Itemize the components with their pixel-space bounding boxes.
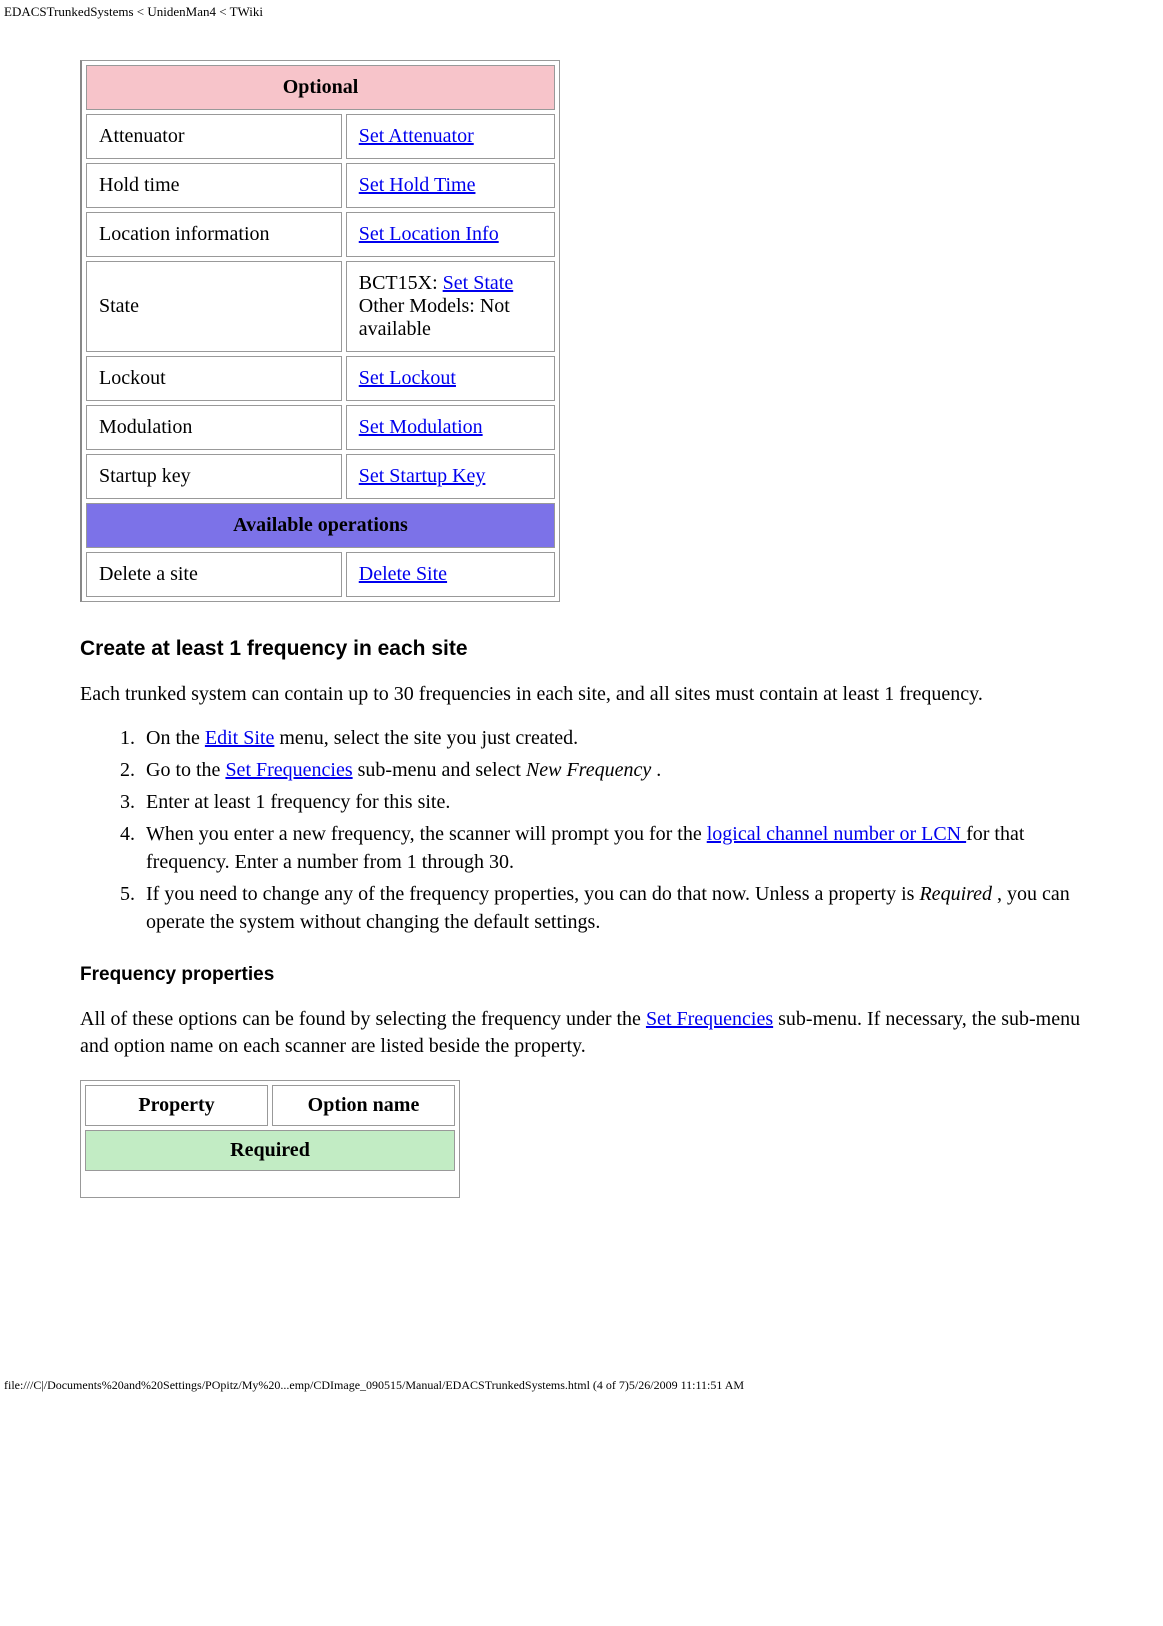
text: When you enter a new frequency, the scan… (146, 823, 707, 845)
list-item: When you enter a new frequency, the scan… (140, 820, 1083, 876)
option-cell: Set Hold Time (346, 163, 555, 208)
table-row: Attenuator Set Attenuator (86, 114, 555, 159)
property-cell: Modulation (86, 405, 342, 450)
main-content: Optional Attenuator Set Attenuator Hold … (0, 60, 1163, 1198)
operations-header: Available operations (86, 503, 555, 548)
text: sub-menu and select (353, 759, 526, 781)
frequency-properties-table: Property Option name Required (80, 1080, 460, 1198)
option-cell: Set Lockout (346, 356, 555, 401)
state-other-models: Other Models: Not available (359, 295, 510, 340)
intro-paragraph: Each trunked system can contain up to 30… (80, 681, 1083, 708)
text: menu, select the site you just created. (274, 727, 578, 749)
option-cell: Set Location Info (346, 212, 555, 257)
footer-path: file:///C|/Documents%20and%20Settings/PO… (4, 1378, 1163, 1393)
set-startup-key-link[interactable]: Set Startup Key (359, 465, 486, 487)
table-row: Startup key Set Startup Key (86, 454, 555, 499)
table-row: Delete a site Delete Site (86, 552, 555, 597)
set-location-info-link[interactable]: Set Location Info (359, 223, 499, 245)
text: Go to the (146, 759, 225, 781)
text: If you need to change any of the frequen… (146, 883, 919, 905)
list-item: On the Edit Site menu, select the site y… (140, 724, 1083, 752)
set-frequencies-link-2[interactable]: Set Frequencies (646, 1008, 773, 1030)
property-cell: Attenuator (86, 114, 342, 159)
property-cell: Lockout (86, 356, 342, 401)
set-attenuator-link[interactable]: Set Attenuator (359, 125, 474, 147)
table-header-row: Optional (86, 65, 555, 110)
page-header-path: EDACSTrunkedSystems < UnidenMan4 < TWiki (4, 4, 1163, 20)
required-header: Required (85, 1130, 455, 1171)
text: On the (146, 727, 205, 749)
table-header-row: Property Option name (85, 1085, 455, 1126)
property-cell: Hold time (86, 163, 342, 208)
property-cell: Delete a site (86, 552, 342, 597)
new-frequency-em: New Frequency (526, 759, 651, 781)
property-cell: Startup key (86, 454, 342, 499)
set-modulation-link[interactable]: Set Modulation (359, 416, 483, 438)
option-name-header: Option name (272, 1085, 455, 1126)
table-row: Hold time Set Hold Time (86, 163, 555, 208)
list-item: Enter at least 1 frequency for this site… (140, 788, 1083, 816)
required-em: Required (919, 883, 992, 905)
optional-properties-table: Optional Attenuator Set Attenuator Hold … (80, 60, 560, 602)
text: All of these options can be found by sel… (80, 1008, 646, 1030)
lcn-link[interactable]: logical channel number or LCN (707, 823, 966, 845)
table-row: State BCT15X: Set State Other Models: No… (86, 261, 555, 352)
table-row: Location information Set Location Info (86, 212, 555, 257)
set-lockout-link[interactable]: Set Lockout (359, 367, 456, 389)
table-header-row: Available operations (86, 503, 555, 548)
option-cell: Set Startup Key (346, 454, 555, 499)
property-cell: State (86, 261, 342, 352)
state-prefix: BCT15X: (359, 272, 443, 294)
set-frequencies-link[interactable]: Set Frequencies (225, 759, 352, 781)
list-item: If you need to change any of the frequen… (140, 880, 1083, 936)
set-hold-time-link[interactable]: Set Hold Time (359, 174, 476, 196)
set-state-link[interactable]: Set State (443, 272, 514, 294)
steps-list: On the Edit Site menu, select the site y… (80, 724, 1083, 936)
table-row: Modulation Set Modulation (86, 405, 555, 450)
option-cell: Set Attenuator (346, 114, 555, 159)
section-heading-frequency-properties: Frequency properties (80, 964, 1083, 986)
option-cell: Delete Site (346, 552, 555, 597)
property-cell: Location information (86, 212, 342, 257)
edit-site-link[interactable]: Edit Site (205, 727, 274, 749)
table-header-row: Required (85, 1130, 455, 1171)
section-heading-create-frequency: Create at least 1 frequency in each site (80, 637, 1083, 661)
property-header: Property (85, 1085, 268, 1126)
delete-site-link[interactable]: Delete Site (359, 563, 447, 585)
table-row (85, 1175, 455, 1193)
optional-header: Optional (86, 65, 555, 110)
text: . (651, 759, 661, 781)
freq-props-paragraph: All of these options can be found by sel… (80, 1006, 1083, 1060)
table-row: Lockout Set Lockout (86, 356, 555, 401)
option-cell: BCT15X: Set State Other Models: Not avai… (346, 261, 555, 352)
option-cell: Set Modulation (346, 405, 555, 450)
list-item: Go to the Set Frequencies sub-menu and s… (140, 756, 1083, 784)
